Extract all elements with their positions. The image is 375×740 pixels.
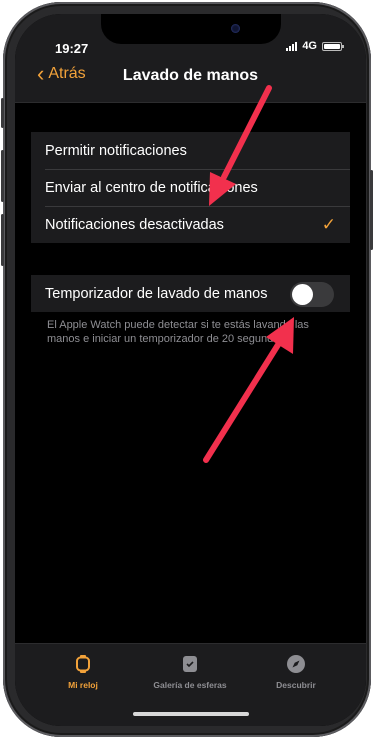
screen: 19:27 4G ‹ Atrás Lavado de manos Permiti… xyxy=(15,14,366,726)
tab-my-watch[interactable]: Mi reloj xyxy=(33,654,133,690)
option-label: Notificaciones desactivadas xyxy=(45,216,224,233)
tab-bar: Mi reloj Galería de esferas Descubrir xyxy=(15,643,366,726)
option-label: Permitir notificaciones xyxy=(45,142,187,159)
handwashing-timer-row: Temporizador de lavado de manos xyxy=(31,275,350,312)
side-button xyxy=(370,170,373,250)
option-allow-notifications[interactable]: Permitir notificaciones xyxy=(31,132,350,169)
volume-down-button xyxy=(1,214,4,266)
timer-label: Temporizador de lavado de manos xyxy=(45,285,268,302)
option-notifications-off[interactable]: Notificaciones desactivadas ✓ xyxy=(31,206,350,243)
handwashing-timer-toggle[interactable] xyxy=(290,282,334,307)
camera-icon xyxy=(231,24,240,33)
phone-frame: 19:27 4G ‹ Atrás Lavado de manos Permiti… xyxy=(1,2,373,737)
option-send-to-notification-center[interactable]: Enviar al centro de notificaciones xyxy=(31,169,350,206)
watch-icon xyxy=(76,655,90,673)
timer-description: El Apple Watch puede detectar si te está… xyxy=(47,319,309,345)
page-title: Lavado de manos xyxy=(122,67,259,84)
navigation-bar: ‹ Atrás Lavado de manos xyxy=(15,54,366,103)
network-label: 4G xyxy=(302,40,317,52)
tab-label: Mi reloj xyxy=(68,680,98,690)
tab-face-gallery[interactable]: Galería de esferas xyxy=(140,654,240,690)
tab-label: Descubrir xyxy=(276,680,316,690)
option-label: Enviar al centro de notificaciones xyxy=(45,179,258,196)
notch xyxy=(101,14,281,44)
mute-switch xyxy=(1,98,4,128)
notification-options: Permitir notificaciones Enviar al centro… xyxy=(31,132,350,243)
checkmark-icon: ✓ xyxy=(321,214,336,234)
home-indicator xyxy=(133,712,249,716)
compass-icon xyxy=(287,655,305,673)
watch-face-gallery-icon xyxy=(183,656,197,672)
tab-discover[interactable]: Descubrir xyxy=(246,654,346,690)
volume-up-button xyxy=(1,150,4,202)
handwashing-timer-group: Temporizador de lavado de manos xyxy=(31,275,350,312)
signal-icon xyxy=(286,41,298,51)
toggle-knob xyxy=(292,284,313,305)
tab-label: Galería de esferas xyxy=(153,680,227,690)
status-right: 4G xyxy=(286,40,344,52)
battery-icon xyxy=(322,41,344,51)
